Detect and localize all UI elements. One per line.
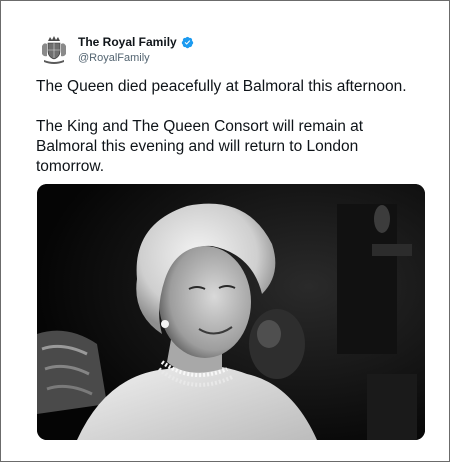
avatar-royal-crest-icon[interactable]	[36, 32, 72, 68]
author-handle[interactable]: @RoyalFamily	[78, 52, 150, 64]
tweet-card[interactable]: The Royal Family @RoyalFamily The Queen …	[0, 0, 450, 462]
queen-portrait-image	[37, 184, 425, 440]
tweet-text-line2: The King and The Queen Consort will rema…	[36, 118, 364, 175]
royal-crest-icon	[36, 32, 72, 68]
tweet-text-line1: The Queen died peacefully at Balmoral th…	[36, 78, 407, 95]
author-row: The Royal Family	[78, 35, 194, 49]
author-name[interactable]: The Royal Family	[78, 35, 177, 49]
tweet-photo[interactable]	[37, 184, 425, 440]
verified-badge-icon	[181, 36, 194, 49]
